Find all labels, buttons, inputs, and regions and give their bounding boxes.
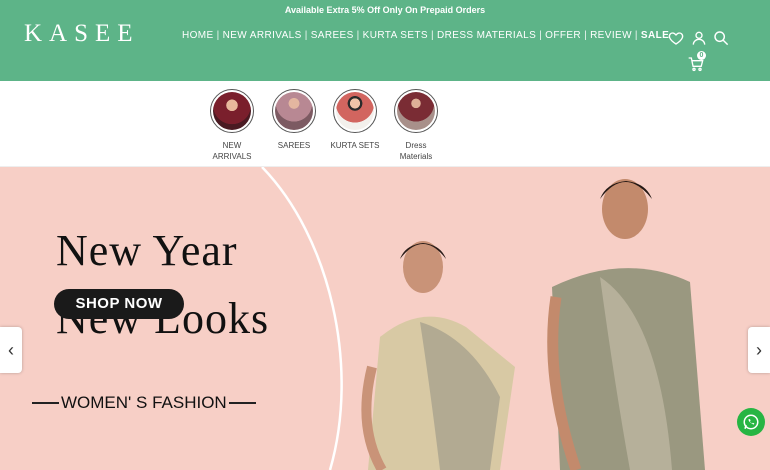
hero-arc [261,167,343,470]
main-nav: HOME | NEW ARRIVALS | SAREES | KURTA SETS | … [182,30,670,41]
nav-new-arrivals[interactable]: NEW ARRIVALS [223,30,302,41]
chevron-right-icon: › [756,339,762,360]
cart-count-badge: 0 [697,51,706,60]
hero-title-line1: New Year [56,226,238,275]
nav-sarees[interactable]: SAREES [311,30,354,41]
carousel-next-button[interactable]: › [748,327,770,373]
user-icon[interactable] [691,30,707,46]
category-strip: NEW ARRIVALS SAREES KURTA SETS Dress Mater… [0,81,770,167]
chevron-left-icon: ‹ [8,339,14,360]
category-image [397,92,435,130]
model-right-image [547,179,705,470]
divider [32,402,59,404]
model-left-image [361,241,515,470]
shop-now-button[interactable]: SHOP NOW [54,289,184,319]
category-label: Dress Materials [399,141,433,161]
search-icon[interactable] [713,30,729,46]
category-label: NEW ARRIVALS [212,141,252,161]
category-sarees[interactable]: SAREES [262,89,326,151]
hero-subtitle: WOMEN' S FASHION [32,393,256,413]
category-new-arrivals[interactable]: NEW ARRIVALS [200,89,264,162]
category-image [336,92,374,130]
category-dress-materials[interactable]: Dress Materials [384,89,448,162]
divider [228,402,256,404]
announcement-bar: Available Extra 5% Off Only On Prepaid O… [284,5,486,15]
nav-dress-materials[interactable]: DRESS MATERIALS [437,30,536,41]
whatsapp-icon[interactable] [737,408,765,436]
nav-kurta-sets[interactable]: KURTA SETS [363,30,428,41]
nav-sale[interactable]: SALE [641,30,669,41]
category-image [213,92,251,130]
hero-subtitle-text: WOMEN' S FASHION [61,393,227,412]
category-label: SAREES [277,141,311,150]
carousel-prev-button[interactable]: ‹ [0,327,22,373]
nav-home[interactable]: HOME [182,30,214,41]
category-kurta-sets[interactable]: KURTA SETS [323,89,387,151]
category-label: KURTA SETS [330,141,380,150]
heart-icon[interactable] [668,30,684,46]
nav-review[interactable]: REVIEW [590,30,632,41]
site-header: Available Extra 5% Off Only On Prepaid O… [0,0,770,81]
nav-offer[interactable]: OFFER [545,30,581,41]
category-image [275,92,313,130]
brand-logo[interactable]: KASEE [24,20,140,48]
